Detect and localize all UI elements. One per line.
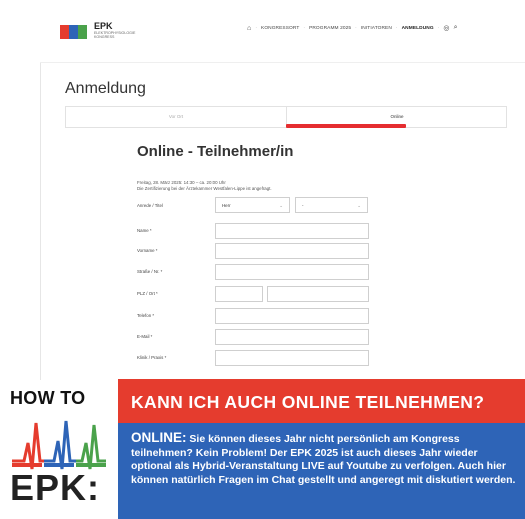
banner-description: Sie können dieses Jahr nicht persönlich … (131, 433, 516, 486)
klinik-field[interactable] (215, 350, 369, 366)
banner-headline: KANN ICH AUCH ONLINE TEILNEHMEN? (131, 392, 485, 412)
chevron-down-icon: ⌄ (357, 203, 361, 208)
nav-item-programm[interactable]: PROGRAMM 2025 (309, 26, 351, 31)
name-field[interactable] (215, 223, 369, 239)
tab-vor-ort[interactable]: Vor Ort (66, 107, 287, 127)
certification-note: Die Zertifizierung bei der Ärztekammer W… (137, 186, 272, 191)
logo-title: EPK (94, 21, 113, 31)
email-label: E-Mail * (137, 334, 153, 339)
form-title: Online - Teilnehmer/in (137, 143, 294, 160)
instagram-icon[interactable]: ◎ (443, 24, 449, 32)
how-to-label: HOW TO (10, 388, 86, 408)
main-nav: ⌂ · KONGRESSORT · PROGRAMM 2025 · INITIA… (247, 24, 458, 32)
anrede-label: Anrede / Titel (137, 203, 163, 208)
strasse-field[interactable] (215, 264, 369, 280)
email-field[interactable] (215, 329, 369, 345)
epk-wordmark: EPK: (10, 467, 101, 508)
home-icon[interactable]: ⌂ (247, 25, 251, 32)
active-tab-indicator (286, 124, 406, 128)
name-label: Name * (137, 228, 152, 233)
epk-logo-icon[interactable] (60, 25, 88, 39)
search-icon[interactable]: ⌕ (454, 24, 458, 32)
titel-select[interactable]: - ⌄ (295, 197, 368, 213)
vorname-label: Vorname * (137, 248, 158, 253)
strasse-label: Straße / Nr. * (137, 269, 163, 274)
nav-item-anmeldung[interactable]: ANMELDUNG (402, 26, 434, 31)
site-header: EPK ELEKTROPHYSIOLOGIE KONGRESS ⌂ · KONG… (40, 0, 525, 63)
nav-item-initiatoren[interactable]: INITIATOREN (361, 26, 392, 31)
ort-field[interactable] (267, 286, 369, 302)
page-title: Anmeldung (65, 80, 146, 97)
telefon-label: Telefon * (137, 313, 155, 318)
banner-body-text: ONLINE: Sie können dieses Jahr nicht per… (131, 431, 516, 487)
anrede-select[interactable]: Herr ⌄ (215, 197, 290, 213)
telefon-field[interactable] (215, 308, 369, 324)
nav-item-kongressort[interactable]: KONGRESSORT (261, 26, 299, 31)
banner-lead: ONLINE: (131, 430, 187, 445)
event-date: Freitag, 28. März 2025: 14:30 – ca. 20:0… (137, 180, 226, 185)
screenshot-canvas: EPK ELEKTROPHYSIOLOGIE KONGRESS ⌂ · KONG… (0, 0, 525, 519)
klinik-label: Klinik / Praxis * (137, 355, 167, 360)
plz-field[interactable] (215, 286, 263, 302)
logo-subtitle: ELEKTROPHYSIOLOGIE KONGRESS (94, 31, 136, 40)
vorname-field[interactable] (215, 243, 369, 259)
chevron-down-icon: ⌄ (279, 203, 283, 208)
plz-ort-label: PLZ / Ort * (137, 291, 158, 296)
